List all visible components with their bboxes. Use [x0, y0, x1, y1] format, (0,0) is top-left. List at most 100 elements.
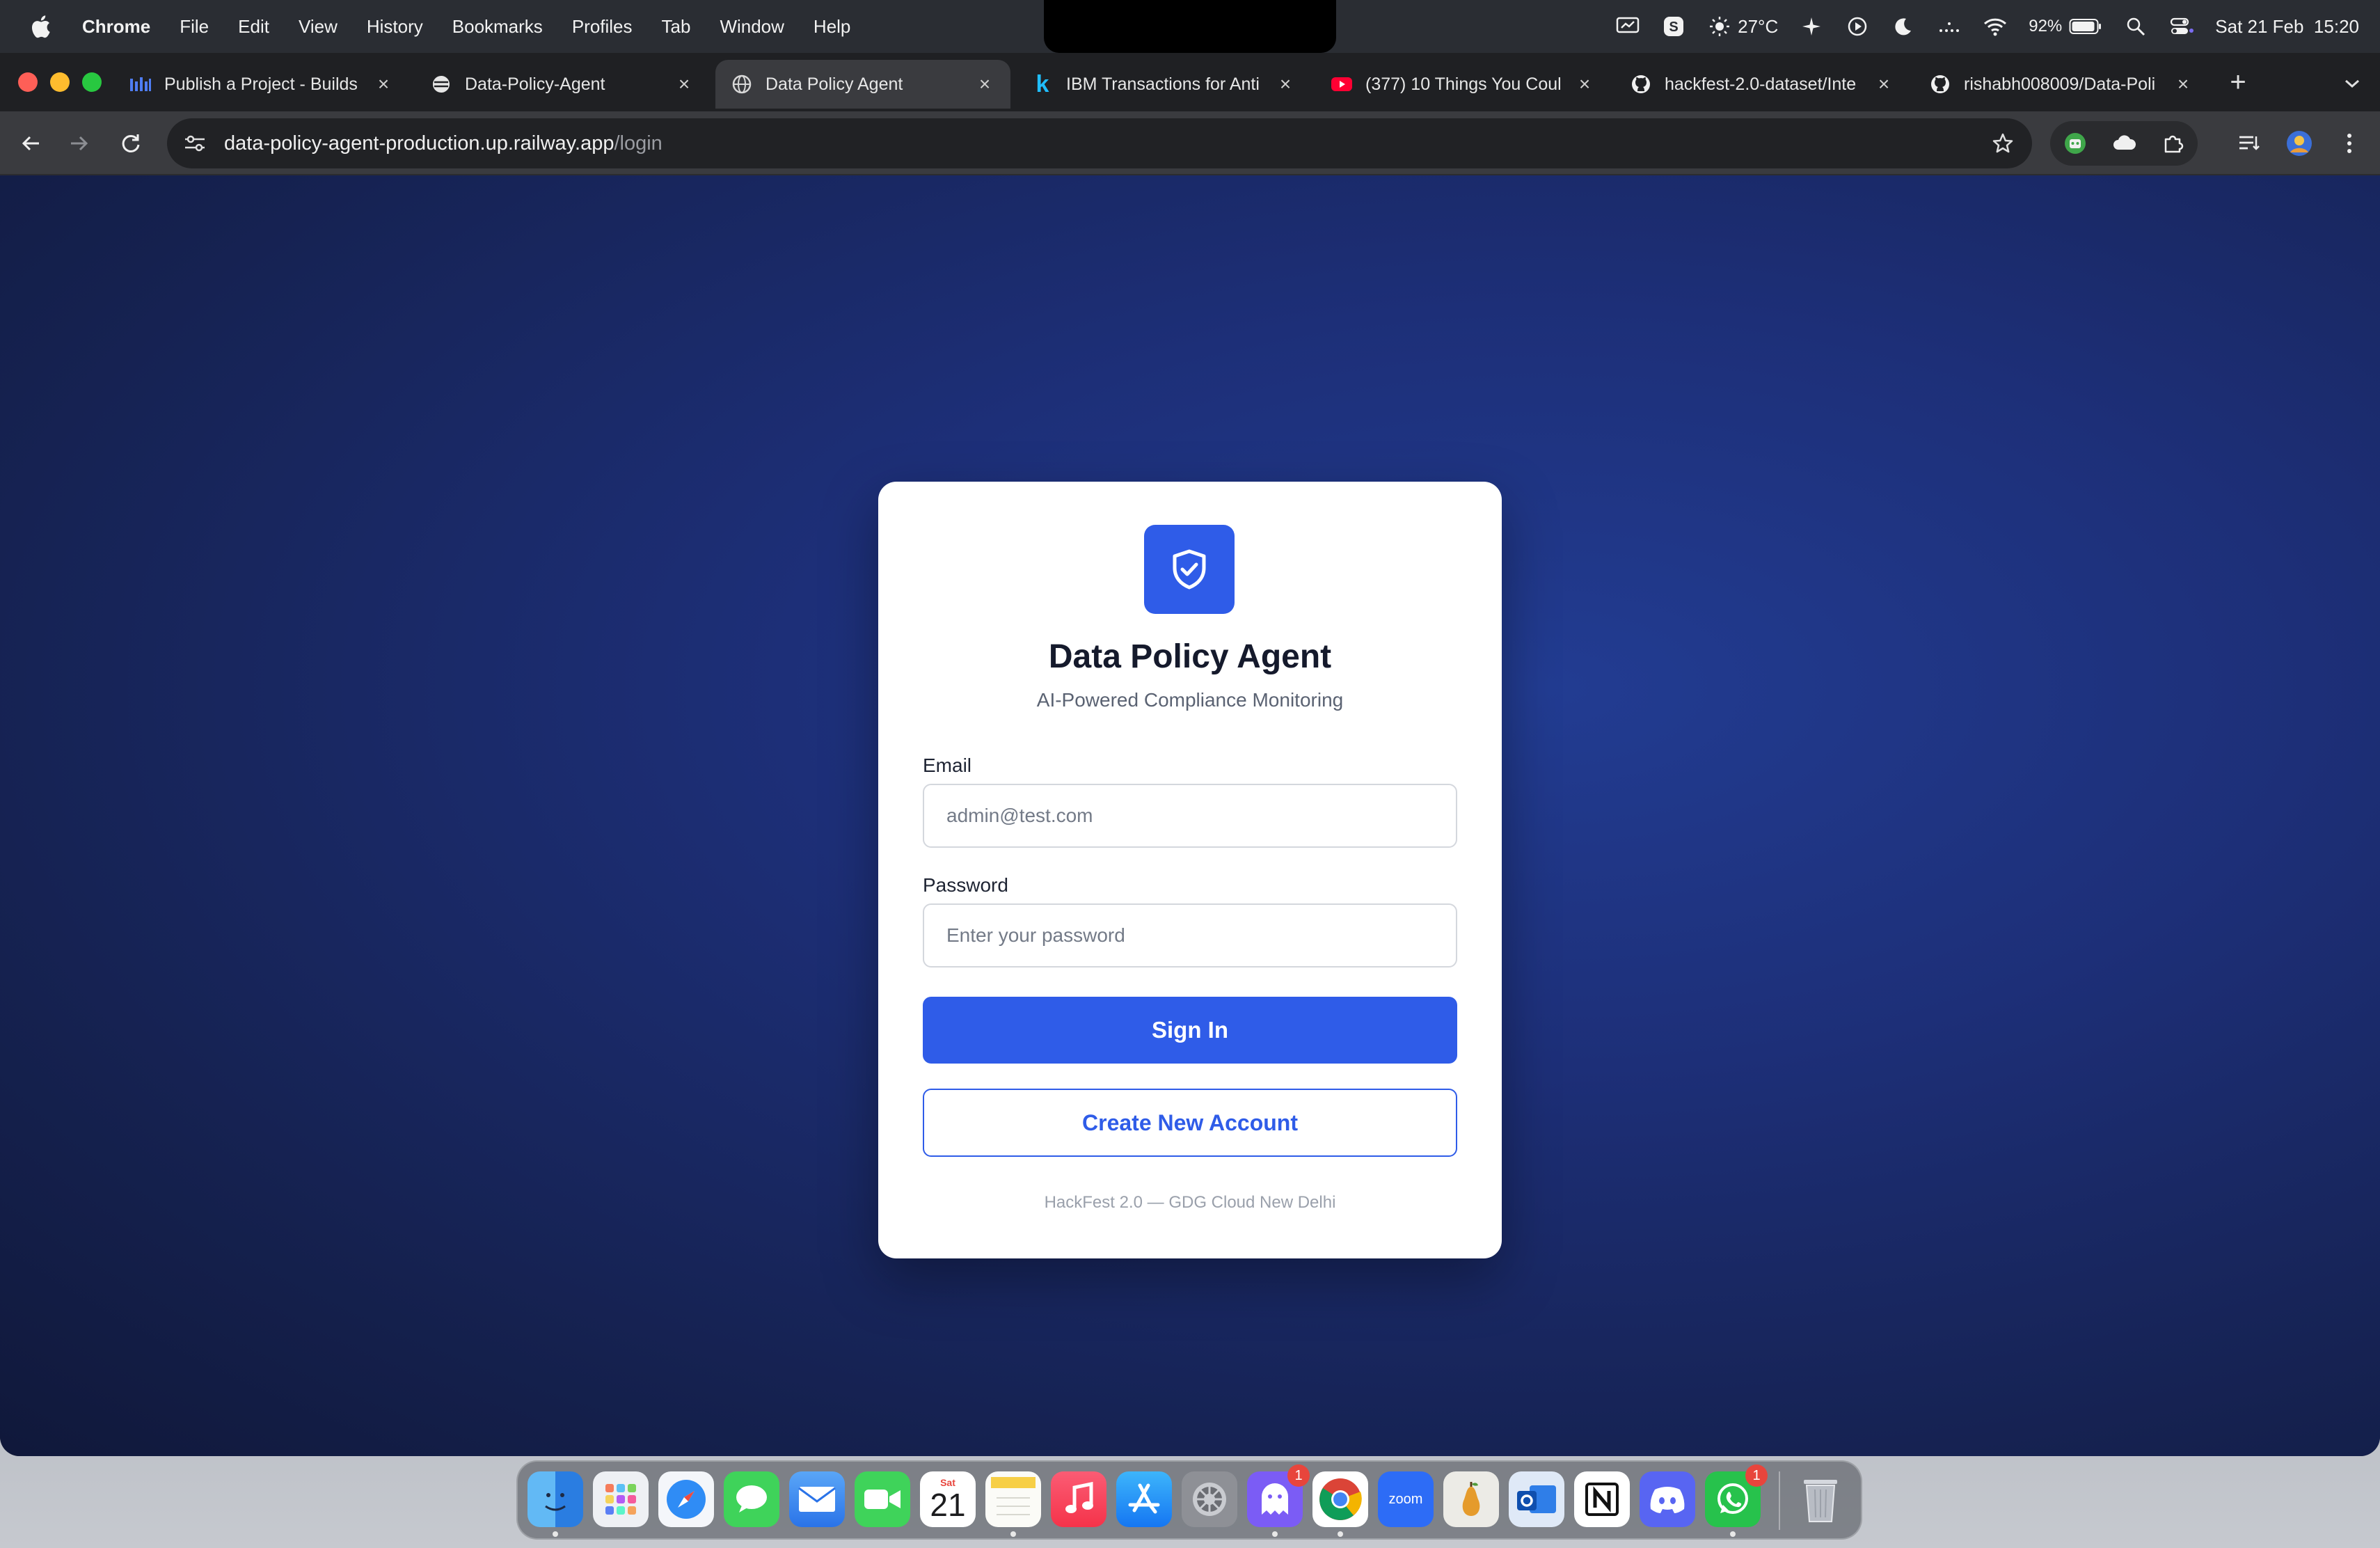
app-store-icon[interactable] — [1116, 1471, 1172, 1527]
menu-profiles[interactable]: Profiles — [572, 16, 633, 38]
menu-view[interactable]: View — [299, 16, 338, 38]
skype-icon[interactable]: S — [1661, 14, 1686, 39]
login-card: Data Policy Agent AI-Powered Compliance … — [878, 482, 1502, 1258]
outlook-icon[interactable] — [1509, 1471, 1564, 1527]
tab-data-policy-agent-repo[interactable]: Data-Policy-Agent × — [415, 60, 710, 109]
close-tab-icon[interactable]: × — [373, 73, 394, 95]
calendar-icon[interactable]: Sat 21 — [920, 1471, 976, 1527]
launchpad-icon[interactable] — [593, 1471, 649, 1527]
menu-app-name[interactable]: Chrome — [82, 16, 150, 38]
tab-strip: Publish a Project - Builds × Data-Policy… — [0, 53, 2380, 111]
cloud-extension-icon[interactable] — [2110, 129, 2138, 157]
footer-credit: HackFest 2.0 — GDG Cloud New Delhi — [1044, 1193, 1336, 1212]
close-tab-icon[interactable]: × — [2173, 73, 2193, 95]
moon-icon[interactable] — [1891, 14, 1916, 39]
password-field[interactable] — [923, 903, 1457, 968]
tab-title: Data-Policy-Agent — [465, 74, 605, 94]
zoom-icon[interactable]: zoom — [1378, 1471, 1434, 1527]
mail-icon[interactable] — [789, 1471, 845, 1527]
menu-help[interactable]: Help — [814, 16, 850, 38]
tab-title: IBM Transactions for Anti — [1066, 74, 1260, 94]
screen-mirroring-icon[interactable] — [1615, 14, 1640, 39]
create-account-button[interactable]: Create New Account — [923, 1089, 1457, 1157]
menu-window[interactable]: Window — [720, 16, 784, 38]
site-settings-icon[interactable] — [181, 129, 209, 157]
browser-window: Publish a Project - Builds × Data-Policy… — [0, 53, 2380, 1456]
dots-indicator-icon[interactable] — [1937, 14, 1962, 39]
sparkle-icon[interactable] — [1799, 14, 1824, 39]
app-logo — [1144, 525, 1235, 614]
address-bar[interactable]: data-policy-agent-production.up.railway.… — [167, 118, 2032, 168]
profile-avatar-icon[interactable] — [2284, 128, 2315, 159]
password-label: Password — [923, 874, 1008, 896]
close-window-button[interactable] — [18, 72, 38, 92]
close-tab-icon[interactable]: × — [674, 73, 695, 95]
tab-title: hackfest-2.0-dataset/Inte — [1665, 74, 1857, 94]
finder-icon[interactable] — [527, 1471, 583, 1537]
close-tab-icon[interactable]: × — [1574, 73, 1595, 95]
page-subtitle: AI-Powered Compliance Monitoring — [1036, 689, 1344, 711]
menu-tab[interactable]: Tab — [662, 16, 691, 38]
apple-icon[interactable] — [26, 13, 54, 40]
weather-sun-icon[interactable] — [1707, 14, 1732, 39]
chrome-icon[interactable] — [1312, 1471, 1368, 1537]
running-indicator — [553, 1531, 558, 1537]
new-tab-button[interactable]: + — [2224, 68, 2252, 96]
tab-ibm-transactions[interactable]: k IBM Transactions for Anti × — [1016, 60, 1311, 109]
chrome-menu-icon[interactable] — [2334, 128, 2365, 159]
safari-icon[interactable] — [658, 1471, 714, 1527]
tab-title: rishabh008009/Data-Poli — [1964, 74, 2156, 94]
forward-arrow-icon[interactable] — [64, 128, 95, 159]
tab-hackfest-dataset[interactable]: hackfest-2.0-dataset/Inte × — [1615, 60, 1910, 109]
music-icon[interactable] — [1051, 1471, 1106, 1527]
bookmark-star-icon[interactable] — [1989, 129, 2017, 157]
puzzle-extensions-icon[interactable] — [2159, 129, 2187, 157]
close-tab-icon[interactable]: × — [1873, 73, 1894, 95]
battery-percent-text[interactable]: 92% — [2029, 17, 2062, 36]
chevron-down-icon[interactable] — [2338, 70, 2366, 97]
sign-in-button[interactable]: Sign In — [923, 997, 1457, 1064]
menu-bookmarks[interactable]: Bookmarks — [452, 16, 543, 38]
reading-list-icon[interactable] — [2234, 128, 2264, 159]
close-tab-icon[interactable]: × — [974, 73, 995, 95]
extensions-group — [2050, 121, 2198, 166]
tab-rishabh-repo[interactable]: rishabh008009/Data-Poli × — [1914, 60, 2209, 109]
window-controls — [18, 72, 102, 92]
tab-publish-project[interactable]: Publish a Project - Builds × — [114, 60, 409, 109]
ghost-app-icon[interactable]: 1 — [1247, 1464, 1310, 1537]
control-center-icon[interactable] — [2169, 14, 2194, 39]
tab-title: Publish a Project - Builds — [164, 74, 358, 94]
notes-icon[interactable] — [985, 1471, 1041, 1537]
robot-extension-icon[interactable] — [2061, 129, 2089, 157]
tab-title: (377) 10 Things You Coul — [1365, 74, 1562, 94]
system-settings-icon[interactable] — [1182, 1471, 1237, 1527]
minimize-window-button[interactable] — [50, 72, 70, 92]
menu-edit[interactable]: Edit — [238, 16, 269, 38]
globe-icon — [731, 73, 753, 95]
notion-icon[interactable] — [1574, 1471, 1630, 1527]
email-field[interactable] — [923, 784, 1457, 848]
battery-icon[interactable] — [2069, 14, 2102, 39]
close-tab-icon[interactable]: × — [1275, 73, 1296, 95]
menu-file[interactable]: File — [180, 16, 209, 38]
messages-icon[interactable] — [724, 1471, 779, 1527]
facetime-icon[interactable] — [855, 1471, 910, 1527]
spotlight-search-icon[interactable] — [2123, 14, 2148, 39]
calendar-date-text: 21 — [930, 1487, 966, 1523]
whatsapp-icon[interactable]: 1 — [1705, 1464, 1768, 1537]
date-time-text[interactable]: Sat 21 Feb 15:20 — [2215, 16, 2359, 38]
pear-app-icon[interactable] — [1443, 1471, 1499, 1527]
temperature-text[interactable]: 27°C — [1738, 16, 1778, 38]
tab-data-policy-agent[interactable]: Data Policy Agent × — [715, 60, 1010, 109]
notification-badge: 1 — [1745, 1464, 1768, 1487]
maximize-window-button[interactable] — [82, 72, 102, 92]
dock: Sat 21 1 zoom 1 — [516, 1460, 1862, 1540]
tab-youtube[interactable]: (377) 10 Things You Coul × — [1315, 60, 1610, 109]
reload-icon[interactable] — [116, 128, 146, 159]
menu-history[interactable]: History — [367, 16, 423, 38]
trash-icon[interactable] — [1793, 1471, 1848, 1527]
back-arrow-icon[interactable] — [15, 128, 46, 159]
discord-icon[interactable] — [1640, 1471, 1695, 1527]
play-circle-icon[interactable] — [1845, 14, 1870, 39]
wifi-icon[interactable] — [1983, 14, 2008, 39]
